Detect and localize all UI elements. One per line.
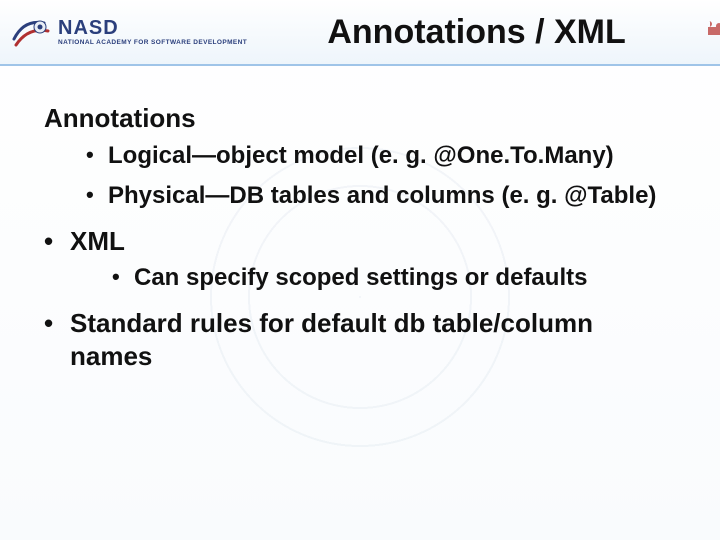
list-item-text: Physical—DB tables and columns (e. g. @T… [108, 182, 656, 209]
list-item-text: XML [70, 226, 125, 256]
list-item-text: Logical—object model (e. g. @One.To.Many… [108, 142, 614, 169]
logo: NASD NATIONAL ACADEMY FOR SOFTWARE DEVEL… [10, 11, 247, 53]
sub-bullet-list: Logical—object model (e. g. @One.To.Many… [44, 141, 676, 211]
logo-main-text: NASD [58, 18, 247, 38]
logo-sub-text: NATIONAL ACADEMY FOR SOFTWARE DEVELOPMEN… [58, 40, 247, 47]
list-item-text: Standard rules for default db table/colu… [70, 308, 593, 371]
list-item-text: Annotations [44, 103, 196, 133]
sub-bullet-list: Can specify scoped settings or defaults [70, 263, 676, 293]
list-item: Logical—object model (e. g. @One.To.Many… [86, 141, 676, 171]
list-item-text: Can specify scoped settings or defaults [134, 264, 587, 291]
list-item: XML Can specify scoped settings or defau… [44, 225, 676, 294]
content: Annotations Logical—object model (e. g. … [0, 66, 720, 372]
header: NASD NATIONAL ACADEMY FOR SOFTWARE DEVEL… [0, 0, 720, 66]
list-item: Annotations Logical—object model (e. g. … [44, 102, 676, 211]
bullet-list: Annotations Logical—object model (e. g. … [44, 102, 676, 372]
slide-title: Annotations / XML [327, 13, 639, 52]
puzzle-icon [698, 15, 720, 41]
logo-text: NASD NATIONAL ACADEMY FOR SOFTWARE DEVEL… [58, 18, 247, 47]
logo-swoosh-icon [10, 11, 52, 53]
title-wrap: Annotations / XML [247, 13, 720, 52]
list-item: Standard rules for default db table/colu… [44, 307, 676, 372]
list-item: Physical—DB tables and columns (e. g. @T… [86, 181, 676, 211]
slide: NASD NATIONAL ACADEMY FOR SOFTWARE DEVEL… [0, 0, 720, 540]
list-item: Can specify scoped settings or defaults [112, 263, 676, 293]
